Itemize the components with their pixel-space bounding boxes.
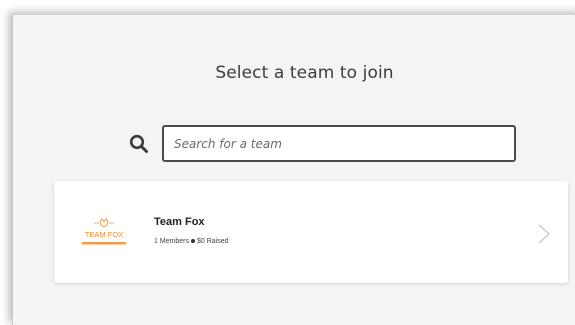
- fox-logo-icon: TEAM FOX: [74, 216, 134, 252]
- join-team-panel: Select a team to join TEAM FOX Team Fox: [12, 14, 575, 325]
- search-input[interactable]: [162, 125, 516, 162]
- search-icon[interactable]: [129, 134, 149, 154]
- chevron-right-icon[interactable]: [537, 223, 551, 245]
- team-stats: 1 Members $0 Raised: [154, 238, 229, 245]
- page-title: Select a team to join: [215, 63, 394, 83]
- separator-dot: [191, 239, 196, 244]
- team-members-count: 1 Members: [154, 238, 190, 245]
- team-card[interactable]: TEAM FOX Team Fox 1 Members $0 Raised: [54, 181, 568, 283]
- team-name: Team Fox: [154, 216, 205, 228]
- team-amount-raised: $0 Raised: [197, 238, 229, 245]
- team-logo-text: TEAM FOX: [85, 230, 123, 239]
